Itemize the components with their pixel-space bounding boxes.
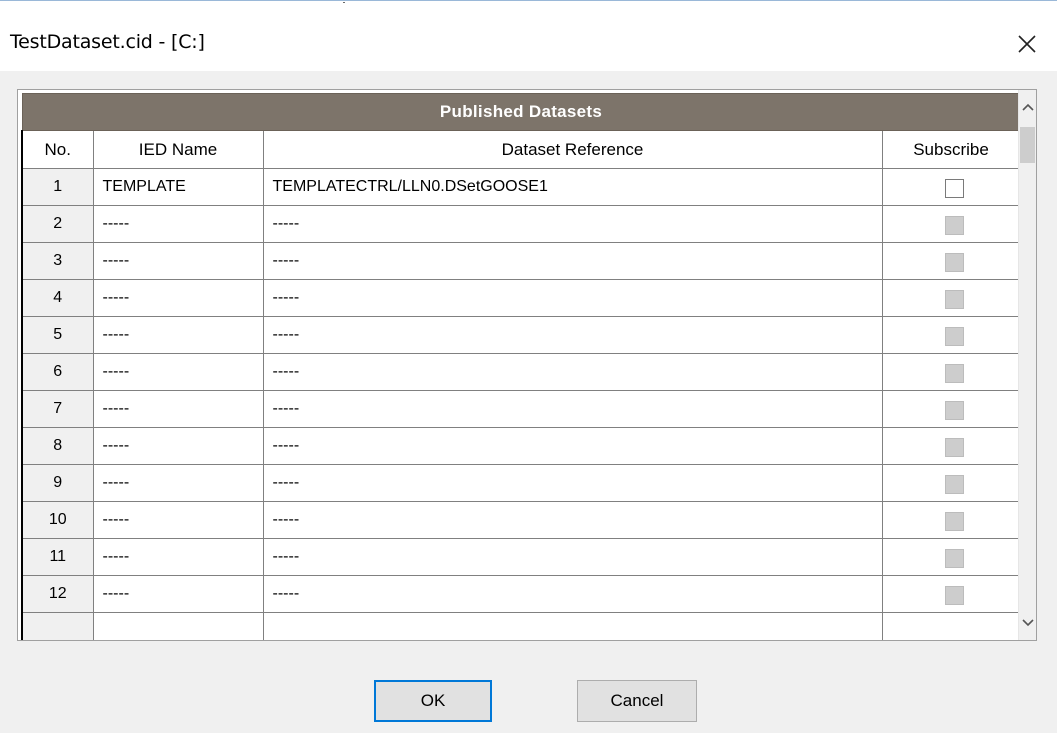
subscribe-cell	[881, 279, 1019, 317]
dataset-reference-cell[interactable]: TEMPLATECTRL/LLN0.DSetGOOSE1	[262, 168, 883, 206]
row-number: 12	[21, 575, 94, 613]
row-number	[21, 612, 94, 640]
subscribe-checkbox	[944, 363, 964, 383]
row-number: 5	[21, 316, 94, 354]
subscribe-checkbox	[944, 511, 964, 531]
vertical-scrollbar[interactable]	[1018, 90, 1036, 640]
ied-name-cell[interactable]: -----	[92, 538, 264, 576]
table-row[interactable]: 4 ----- -----	[21, 279, 1019, 317]
table-row[interactable]: 5 ----- -----	[21, 316, 1019, 354]
close-icon	[1018, 35, 1036, 53]
ied-name-cell[interactable]: -----	[92, 464, 264, 502]
subscribe-cell	[881, 427, 1019, 465]
row-number: 8	[21, 427, 94, 465]
chevron-down-icon	[1021, 619, 1034, 627]
grid-title: Published Datasets	[21, 93, 1019, 131]
subscribe-checkbox[interactable]	[944, 178, 964, 198]
row-number: 10	[21, 501, 94, 539]
close-button[interactable]	[993, 3, 1057, 71]
subscribe-cell	[881, 612, 1019, 640]
ied-name-cell[interactable]: TEMPLATE	[92, 168, 264, 206]
ok-button[interactable]: OK	[374, 680, 492, 722]
subscribe-cell	[881, 205, 1019, 243]
table-row[interactable]: 8 ----- -----	[21, 427, 1019, 465]
dialog-window: TestDataset.cid - [C:] Published Dataset…	[0, 0, 1057, 733]
scroll-down-button[interactable]	[1019, 606, 1036, 640]
column-header-ied-name: IED Name	[92, 130, 264, 169]
subscribe-checkbox	[944, 474, 964, 494]
table-row[interactable]: 2 ----- -----	[21, 205, 1019, 243]
subscribe-cell	[881, 390, 1019, 428]
dataset-reference-cell[interactable]: -----	[262, 353, 883, 391]
table-row[interactable]	[21, 612, 1019, 640]
subscribe-cell	[881, 464, 1019, 502]
subscribe-cell	[881, 316, 1019, 354]
column-header-subscribe: Subscribe	[881, 130, 1019, 169]
scroll-thumb[interactable]	[1020, 127, 1035, 163]
dataset-reference-cell[interactable]: -----	[262, 538, 883, 576]
subscribe-checkbox	[944, 289, 964, 309]
subscribe-checkbox	[944, 437, 964, 457]
row-number: 6	[21, 353, 94, 391]
dataset-reference-cell[interactable]: -----	[262, 464, 883, 502]
scroll-up-button[interactable]	[1019, 90, 1036, 124]
subscribe-cell	[881, 575, 1019, 613]
dataset-reference-cell[interactable]: -----	[262, 316, 883, 354]
dataset-reference-cell[interactable]: -----	[262, 575, 883, 613]
title-bar: TestDataset.cid - [C:]	[0, 3, 1057, 71]
ied-name-cell[interactable]: -----	[92, 279, 264, 317]
row-number: 11	[21, 538, 94, 576]
subscribe-cell	[881, 353, 1019, 391]
column-header-dataset-reference: Dataset Reference	[262, 130, 883, 169]
subscribe-checkbox	[944, 548, 964, 568]
table-row[interactable]: 12 ----- -----	[21, 575, 1019, 613]
ied-name-cell[interactable]: -----	[92, 353, 264, 391]
table-row[interactable]: 6 ----- -----	[21, 353, 1019, 391]
dataset-reference-cell[interactable]: -----	[262, 501, 883, 539]
subscribe-checkbox	[944, 585, 964, 605]
row-number: 7	[21, 390, 94, 428]
table-row[interactable]: 1 TEMPLATE TEMPLATECTRL/LLN0.DSetGOOSE1	[21, 168, 1019, 206]
subscribe-checkbox	[944, 252, 964, 272]
ied-name-cell[interactable]: -----	[92, 501, 264, 539]
ied-name-cell[interactable]: -----	[92, 316, 264, 354]
subscribe-checkbox	[944, 215, 964, 235]
ied-name-cell[interactable]: -----	[92, 390, 264, 428]
ied-name-cell[interactable]: -----	[92, 242, 264, 280]
table-row[interactable]: 3 ----- -----	[21, 242, 1019, 280]
row-number: 9	[21, 464, 94, 502]
ied-name-cell[interactable]: -----	[92, 205, 264, 243]
window-title: TestDataset.cid - [C:]	[10, 31, 205, 53]
chevron-up-icon	[1021, 103, 1034, 111]
subscribe-cell	[881, 501, 1019, 539]
grid-body: 1 TEMPLATE TEMPLATECTRL/LLN0.DSetGOOSE1 2 --…	[21, 168, 1019, 640]
ied-name-cell[interactable]: -----	[92, 575, 264, 613]
table-row[interactable]: 9 ----- -----	[21, 464, 1019, 502]
row-number: 2	[21, 205, 94, 243]
table-row[interactable]: 10 ----- -----	[21, 501, 1019, 539]
datasets-grid: Published Datasets No. IED Name Dataset …	[17, 89, 1037, 641]
ied-name-cell[interactable]	[92, 612, 264, 640]
dataset-reference-cell[interactable]: -----	[262, 427, 883, 465]
subscribe-cell	[881, 538, 1019, 576]
subscribe-cell	[881, 168, 1019, 206]
row-number: 4	[21, 279, 94, 317]
subscribe-checkbox	[944, 400, 964, 420]
dataset-reference-cell[interactable]: -----	[262, 390, 883, 428]
row-number: 1	[21, 168, 94, 206]
dataset-reference-cell[interactable]	[262, 612, 883, 640]
subscribe-checkbox	[944, 326, 964, 346]
cancel-button[interactable]: Cancel	[577, 680, 697, 722]
dataset-reference-cell[interactable]: -----	[262, 242, 883, 280]
subscribe-cell	[881, 242, 1019, 280]
table-row[interactable]: 11 ----- -----	[21, 538, 1019, 576]
published-datasets-table: Published Datasets No. IED Name Dataset …	[21, 93, 1019, 640]
dataset-reference-cell[interactable]: -----	[262, 205, 883, 243]
dataset-reference-cell[interactable]: -----	[262, 279, 883, 317]
grid-viewport: Published Datasets No. IED Name Dataset …	[21, 93, 1019, 640]
table-row[interactable]: 7 ----- -----	[21, 390, 1019, 428]
row-number: 3	[21, 242, 94, 280]
column-header-no: No.	[21, 130, 94, 169]
ied-name-cell[interactable]: -----	[92, 427, 264, 465]
